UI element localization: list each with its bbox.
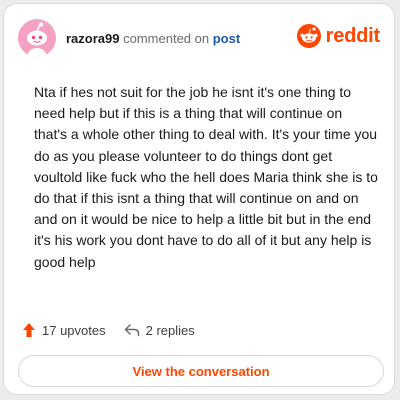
upvote-arrow-icon (23, 323, 35, 337)
reddit-wordmark: reddit (325, 24, 381, 47)
comment-card: razora99 commented on post reddit Nta if… (3, 3, 395, 395)
post-link[interactable]: post (213, 31, 240, 46)
view-conversation-button[interactable]: View the conversation (18, 355, 384, 387)
reddit-logo-icon (296, 24, 321, 48)
replies-stat[interactable]: 2 replies (124, 323, 195, 338)
username-link[interactable]: razora99 (66, 31, 119, 46)
replies-count: 2 replies (145, 322, 195, 338)
comment-meta: razora99 commented on post (66, 31, 240, 46)
reply-arrow-icon (124, 324, 139, 337)
comment-header: razora99 commented on post reddit (18, 18, 380, 58)
comment-body: Nta if hes not suit for the job he isnt … (34, 84, 378, 270)
reddit-logo[interactable]: reddit (296, 24, 381, 48)
action-text: commented on (123, 30, 210, 46)
upvotes-count: 17 upvotes (42, 322, 106, 338)
comment-stats: 17 upvotes 2 replies (22, 320, 195, 340)
snoo-avatar-icon[interactable] (18, 19, 56, 57)
upvotes-stat[interactable]: 17 upvotes (22, 322, 106, 338)
